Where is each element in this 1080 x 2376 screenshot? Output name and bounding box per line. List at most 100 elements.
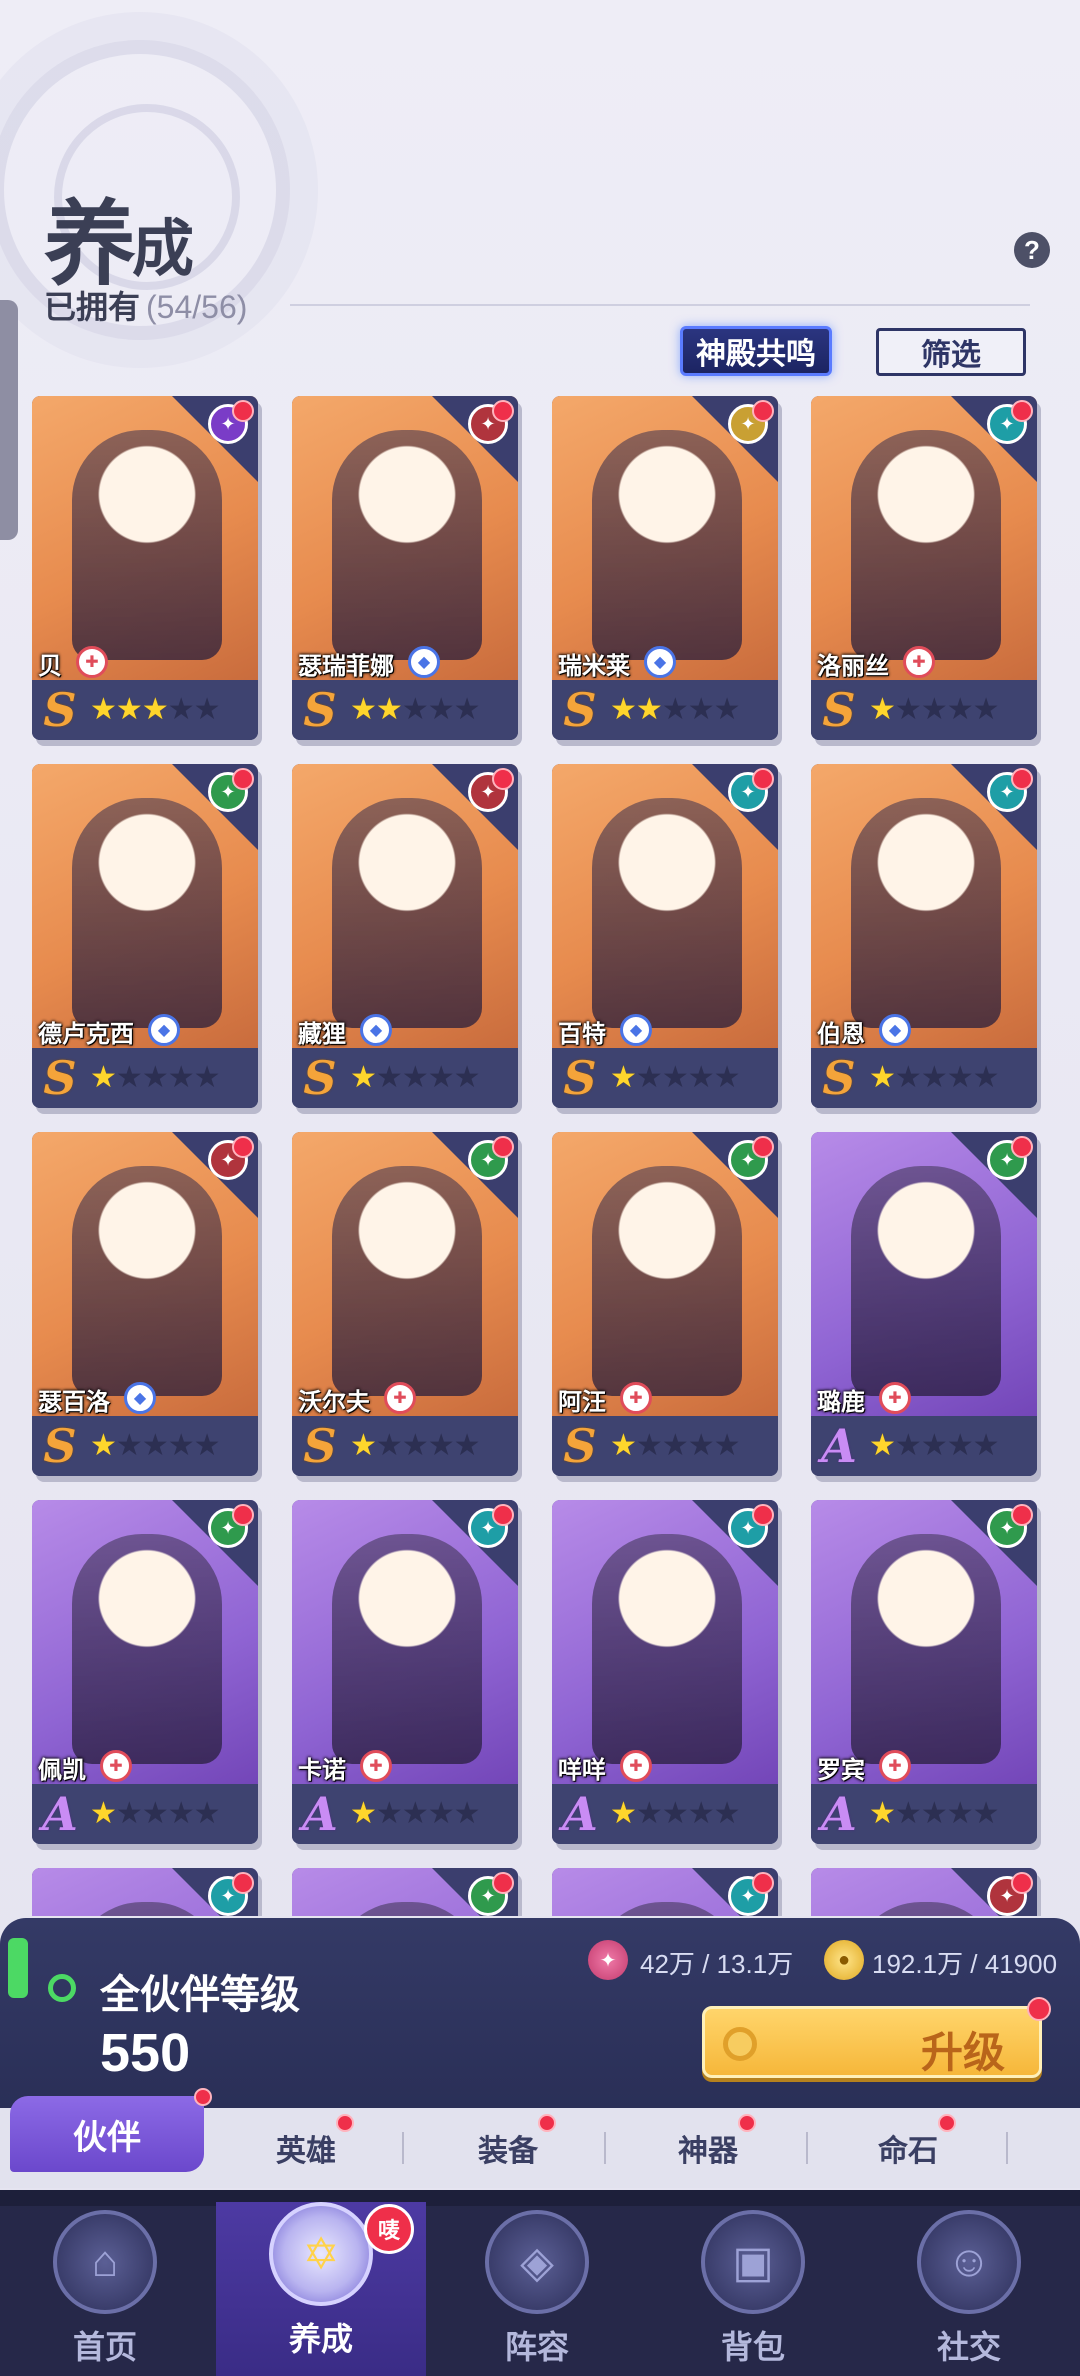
temple-resonance-button[interactable]: 神殿共鸣 [680,326,832,376]
hero-card[interactable]: ✦ 洛丽丝 ✚ S ★★★★★ [811,396,1037,740]
side-drawer-handle[interactable] [0,300,18,540]
star-icon: ★ [115,1061,143,1094]
hero-card[interactable]: ✦ 瑟百洛 ◆ S ★★★★★ [32,1132,258,1476]
notify-dot [538,2114,556,2132]
class-icon: ◆ [620,1014,652,1046]
hero-figure [851,1534,1001,1764]
nav-cultivate[interactable]: ✡ 养成 唛 [216,2202,426,2376]
hero-card[interactable]: ✦ 璐鹿 ✚ A ★★★★★ [811,1132,1037,1476]
class-icon: ◆ [148,1014,180,1046]
star-icon: ★ [90,1429,117,1462]
star-icon: ★ [350,1061,377,1094]
upgrade-button[interactable]: 升级 [702,1997,1051,2078]
hero-card[interactable]: ✦ 藏狸 ◆ S ★★★★★ [292,764,518,1108]
star-icon: ★ [869,693,896,726]
hero-card[interactable]: ✦ 沃尔夫 ✚ S ★★★★★ [292,1132,518,1476]
hero-info-bar: S ★★★★★ [811,680,1037,740]
star-icon: ★ [350,1797,377,1830]
filter-button[interactable]: 筛选 [876,328,1026,376]
nav-bag[interactable]: ▣ 背包 [648,2210,858,2376]
rarity-badge: A [302,1787,338,1841]
hero-name: 沃尔夫 [298,1389,370,1416]
hero-info-bar: S ★★★★★ [292,1416,518,1476]
hero-card[interactable]: ✦ 卡诺 ✚ A ★★★★★ [292,1500,518,1844]
hero-info-bar: A ★★★★★ [32,1784,258,1844]
exp-potion-icon[interactable]: ✦ [588,1940,628,1980]
star-icon: ★ [90,693,117,726]
hero-card[interactable]: ✦ 阿汪 ✚ S ★★★★★ [552,1132,778,1476]
tab-heroes[interactable]: 英雄 [276,2114,354,2170]
star-icon: ★ [141,693,169,726]
hero-card[interactable]: ✦ 佩凯 ✚ A ★★★★★ [32,1500,258,1844]
nav-home-label: 首页 [72,2329,137,2365]
hero-card[interactable]: ✦ 罗宾 ✚ A ★★★★★ [811,1500,1037,1844]
hero-info-bar: A ★★★★★ [292,1784,518,1844]
star-icon: ★ [869,1061,896,1094]
hero-figure [72,430,222,660]
hero-card[interactable]: ✦A★★★★★ [552,1868,778,1916]
question-icon[interactable]: ? [1014,232,1050,268]
notify-dot [232,1136,254,1158]
hero-card[interactable]: ✦ 德卢克西 ◆ S ★★★★★ [32,764,258,1108]
class-icon: ◆ [879,1014,911,1046]
star-icon: ★ [167,1429,195,1462]
star-icon: ★ [115,1429,143,1462]
nav-social[interactable]: ☺ 社交 [864,2210,1074,2376]
hero-card[interactable]: ✦A★★★★★ [292,1868,518,1916]
ring-icon [48,1974,76,2002]
notify-dot [752,400,774,422]
notify-dot [738,2114,756,2132]
notify-dot [1011,1872,1033,1894]
star-icon: ★ [401,1797,429,1830]
star-icon: ★ [453,1061,481,1094]
star-icon: ★ [141,1797,169,1830]
hero-name: 瑟百洛 [38,1389,110,1416]
star-rating: ★★★★★ [350,692,481,727]
star-icon: ★ [894,693,922,726]
nav-formation-label: 阵容 [504,2329,569,2365]
star-rating: ★★★★★ [350,1796,481,1831]
team-level-label: 全伙伴等级 [100,1973,300,2017]
star-icon: ★ [375,1797,403,1830]
hero-name: 伯恩 [817,1021,865,1048]
hero-card[interactable]: ✦ 贝 ✚ S ★★★★★ [32,396,258,740]
hero-card[interactable]: ✦A★★★★★ [811,1868,1037,1916]
upgrade-label: 升级 [920,2028,1005,2077]
tab-equipment[interactable]: 装备 [478,2114,556,2170]
star-icon: ★ [375,693,403,726]
hero-card[interactable]: ✦ 伯恩 ◆ S ★★★★★ [811,764,1037,1108]
star-icon: ★ [193,1429,221,1462]
rarity-badge: S [303,1051,337,1105]
star-icon: ★ [427,1797,455,1830]
nav-home[interactable]: ⌂ 首页 [0,2210,210,2376]
hero-info-bar: S ★★★★★ [552,1048,778,1108]
hero-card[interactable]: ✦ 咩咩 ✚ A ★★★★★ [552,1500,778,1844]
star-icon: ★ [661,1061,689,1094]
bag-icon: ▣ [701,2210,805,2314]
star-rating: ★★★★★ [610,692,741,727]
hero-card[interactable]: ✦ 百特 ◆ S ★★★★★ [552,764,778,1108]
hero-figure [332,798,482,1028]
hero-info-bar: S ★★★★★ [32,1048,258,1108]
star-icon: ★ [894,1797,922,1830]
tab-artifact[interactable]: 神器 [678,2114,756,2170]
owned-counter: 已拥有 (54/56) [44,282,247,328]
gold-coin-icon[interactable]: ● [824,1940,864,1980]
notify-dot [232,768,254,790]
nav-social-label: 社交 [936,2329,1001,2365]
tab-fate-stone-label: 命石 [878,2135,938,2168]
class-icon: ✚ [384,1382,416,1414]
tab-partners[interactable]: 伙伴 [10,2088,212,2172]
hero-name: 罗宾 [817,1757,865,1784]
hero-figure [592,1534,742,1764]
hero-info-bar: A ★★★★★ [811,1784,1037,1844]
tab-separator [1006,2132,1008,2164]
tab-fate-stone[interactable]: 命石 [878,2114,956,2170]
rarity-badge: S [303,683,337,737]
hero-card[interactable]: ✦ 瑟瑞菲娜 ◆ S ★★★★★ [292,396,518,740]
star-icon: ★ [972,693,1000,726]
hero-card[interactable]: ✦ 瑞米莱 ◆ S ★★★★★ [552,396,778,740]
nav-formation[interactable]: ◈ 阵容 [432,2210,642,2376]
hero-card[interactable]: ✦A★★★★★ [32,1868,258,1916]
star-hex-icon: ✡ [269,2202,373,2306]
